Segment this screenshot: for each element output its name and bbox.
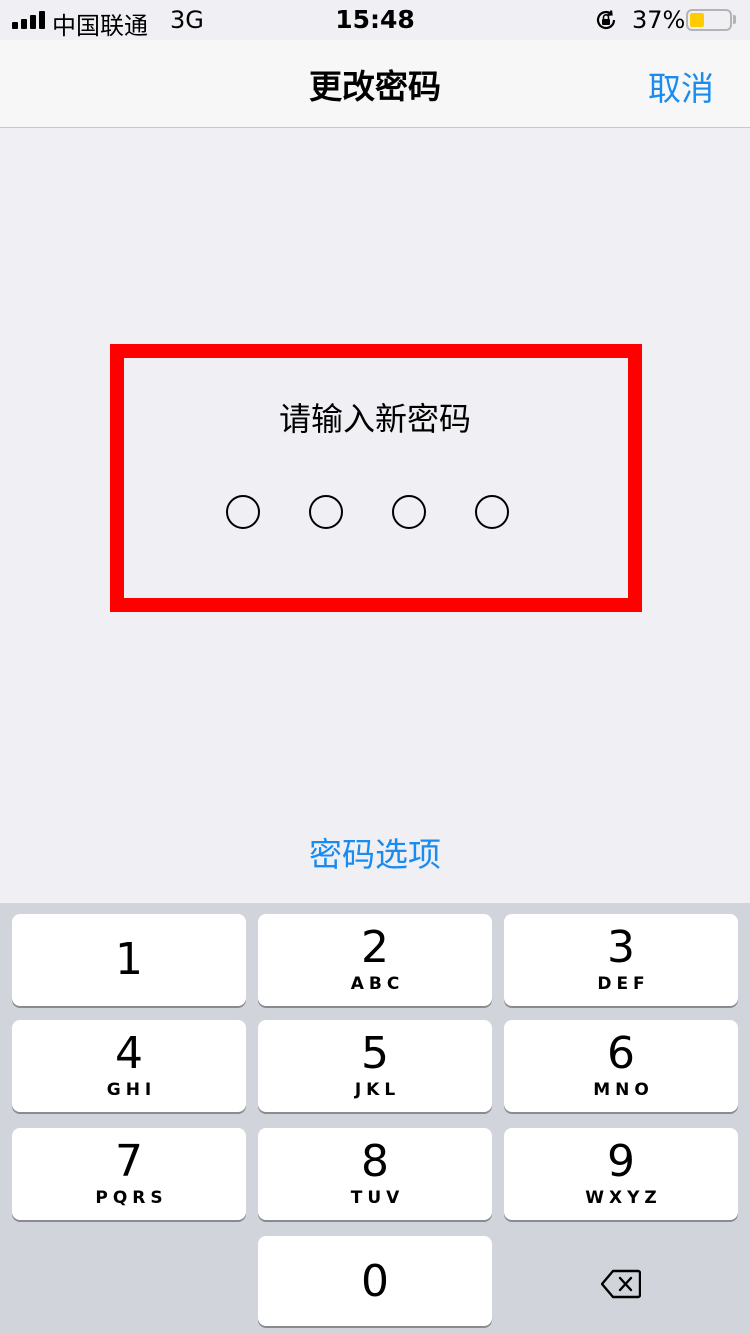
key-digit: 0 [361,1256,389,1307]
key-digit: 9 [607,1136,635,1187]
numeric-keypad: 1 2 ABC 3 DEF 4 GHI 5 JKL 6 MNO 7 PQRS 8 TUV 9 WXYZ 0 [0,903,750,1334]
key-letters: TUV [350,1188,405,1208]
key-letters: DEF [597,974,650,994]
key-7[interactable]: 7 PQRS [12,1128,246,1220]
key-8[interactable]: 8 TUV [258,1128,492,1220]
cancel-button[interactable]: 取消 [648,62,714,110]
key-5[interactable]: 5 JKL [258,1020,492,1112]
key-3[interactable]: 3 DEF [504,914,738,1006]
key-digit: 5 [361,1028,389,1079]
battery-percent: 37% [632,6,686,34]
key-digit: 8 [361,1136,389,1187]
key-letters: PQRS [95,1188,168,1208]
passcode-dot [475,495,509,529]
key-6[interactable]: 6 MNO [504,1020,738,1112]
key-letters: MNO [593,1080,654,1100]
battery-nub [733,15,736,24]
key-digit: 3 [607,922,635,973]
key-digit: 4 [115,1028,143,1079]
battery-icon [686,9,732,31]
navigation-bar: 更改密码 取消 [0,40,750,128]
key-digit: 1 [115,934,143,985]
key-2[interactable]: 2 ABC [258,914,492,1006]
key-digit: 7 [115,1136,143,1187]
highlight-box [110,344,642,612]
passcode-prompt: 请输入新密码 [278,400,471,438]
passcode-dots [226,495,509,529]
status-bar: 中国联通 3G 15:48 37% [0,0,750,40]
passcode-dot [309,495,343,529]
passcode-dot [226,495,260,529]
delete-backspace-icon [601,1269,641,1299]
battery-level [690,13,704,27]
key-letters: JKL [354,1080,401,1100]
key-letters: ABC [350,974,405,994]
key-digit: 2 [361,922,389,973]
key-0[interactable]: 0 [258,1236,492,1326]
key-9[interactable]: 9 WXYZ [504,1128,738,1220]
orientation-lock-icon [596,10,616,30]
key-digit: 6 [607,1028,635,1079]
passcode-dot [392,495,426,529]
page-title: 更改密码 [309,67,441,106]
passcode-options-button[interactable]: 密码选项 [0,828,750,876]
key-4[interactable]: 4 GHI [12,1020,246,1112]
key-1[interactable]: 1 [12,914,246,1006]
key-letters: GHI [106,1080,157,1100]
key-letters: WXYZ [585,1188,662,1208]
delete-key[interactable] [504,1245,738,1325]
